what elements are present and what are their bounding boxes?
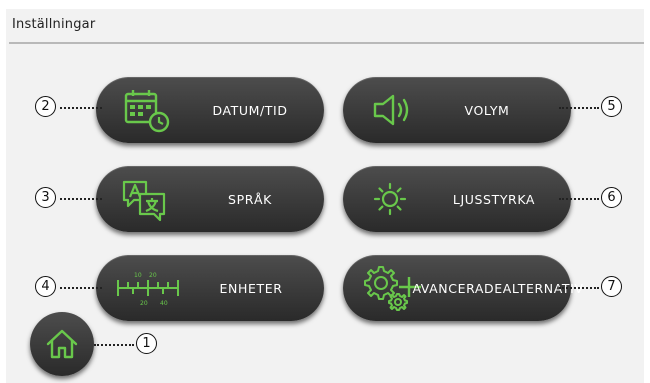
ljusstyrka-button[interactable]: LJUSSTYRKA [343, 166, 571, 232]
callout-1: 1 [136, 333, 157, 354]
ruler-tick-top-1: 10 [134, 272, 142, 279]
ljusstyrka-label: LJUSSTYRKA [452, 191, 536, 207]
datum-tid-button[interactable]: DATUM/TID [96, 77, 324, 143]
callout-3-leader [60, 198, 102, 200]
translate-icon [122, 180, 166, 222]
enheter-button[interactable]: 10 20 20 40 ENHETER [96, 255, 324, 321]
sun-icon [373, 182, 407, 216]
volym-button[interactable]: VOLYM [343, 77, 571, 143]
callout-3: 3 [35, 187, 56, 208]
avancerade-label-line1: AVANCERADE [412, 280, 503, 296]
avancerade-alternativ-button[interactable]: AVANCERADE ALTERNATIV [343, 255, 583, 321]
speaker-icon [373, 94, 409, 126]
home-button[interactable] [30, 312, 94, 376]
callout-6: 6 [601, 187, 622, 208]
sprak-button[interactable]: SPRÅK [96, 166, 324, 232]
page-title: Inställningar [12, 17, 96, 32]
callout-2-leader [60, 107, 102, 109]
avancerade-label: AVANCERADE ALTERNATIV [412, 255, 583, 321]
home-icon [46, 329, 78, 359]
ruler-tick-bottom-2: 40 [160, 300, 168, 307]
callout-6-leader [559, 198, 599, 200]
title-divider [9, 42, 644, 44]
datum-tid-label: DATUM/TID [212, 102, 288, 118]
callout-7: 7 [601, 276, 622, 297]
callout-5: 5 [601, 96, 622, 117]
sprak-label: SPRÅK [228, 191, 272, 207]
ruler-tick-top-2: 20 [149, 272, 157, 279]
enheter-label: ENHETER [219, 280, 283, 296]
callout-5-leader [559, 107, 599, 109]
callout-1-leader [94, 344, 134, 346]
callout-7-leader [559, 287, 599, 289]
callout-4: 4 [35, 276, 56, 297]
ruler-tick-bottom-1: 20 [140, 300, 148, 307]
callout-4-leader [60, 287, 102, 289]
callout-2: 2 [35, 96, 56, 117]
ruler-icon: 10 20 20 40 [117, 272, 179, 307]
volym-label: VOLYM [464, 102, 510, 118]
calendar-clock-icon [124, 90, 170, 133]
